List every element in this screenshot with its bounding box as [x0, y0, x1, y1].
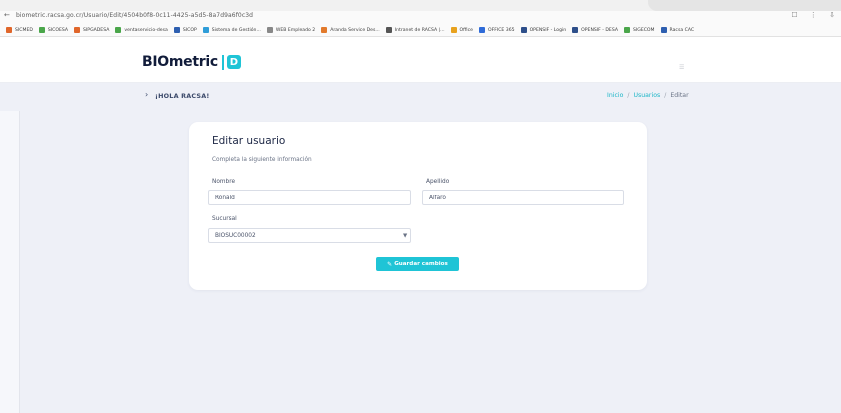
navbar-toggle-icon[interactable]: ☰: [679, 64, 684, 71]
bookmark-item[interactable]: Racsa CAC: [660, 27, 695, 33]
menu-icon[interactable]: ⋮: [810, 11, 817, 19]
bookmark-label: WEB Empleado 2: [275, 27, 316, 33]
extensions-icon[interactable]: ☐: [791, 11, 797, 19]
bookmark-item[interactable]: SICMED: [6, 27, 33, 33]
logo-mark-icon: D: [226, 55, 241, 69]
bookmark-favicon-icon: [266, 27, 273, 33]
bookmark-label: Racsa CAC: [669, 27, 695, 33]
chevron-down-icon[interactable]: ▼: [403, 233, 407, 239]
bookmark-favicon-icon: [660, 27, 667, 33]
bookmark-favicon-icon: [572, 27, 579, 33]
bookmark-favicon-icon: [115, 27, 122, 33]
bookmark-item[interactable]: OPENSIF - Login: [520, 27, 567, 33]
bookmark-label: OFFICE 365: [487, 27, 515, 33]
bookmark-label: Aranda Service Des...: [330, 27, 380, 33]
bookmark-label: Sistema de Gestión...: [211, 27, 261, 33]
left-edge-panel: [0, 111, 20, 413]
bookmark-label: SIGECOM: [632, 27, 655, 33]
bookmark-item[interactable]: Office: [450, 27, 473, 33]
bookmark-label: OPENSIF - Login: [529, 27, 567, 33]
nombre-label: Nombre: [212, 179, 236, 185]
bookmarks-bar: SICMED SICOESA SIPGADESA ventaservicio-d…: [0, 24, 841, 37]
breadcrumb-current: Editar: [670, 92, 689, 99]
logo-separator: [221, 54, 224, 70]
chevron-right-icon[interactable]: ›: [145, 90, 148, 99]
bookmark-favicon-icon: [450, 27, 457, 33]
card-title: Editar usuario: [212, 135, 286, 147]
browser-tab-strip: [0, 0, 841, 11]
bookmark-item[interactable]: OPENSIF - DESA: [572, 27, 618, 33]
bookmark-item[interactable]: OFFICE 365: [478, 27, 515, 33]
bookmark-label: OPENSIF - DESA: [581, 27, 618, 33]
breadcrumb-home-link[interactable]: Inicio: [607, 92, 623, 99]
bookmark-favicon-icon: [6, 27, 12, 33]
screen: ← biometric.racsa.go.cr/Usuario/Edit/450…: [0, 0, 841, 413]
bookmark-favicon-icon: [38, 27, 45, 33]
sucursal-select[interactable]: BIOSUC00002: [208, 228, 411, 243]
bookmark-item[interactable]: Aranda Service Des...: [321, 27, 380, 33]
bookmark-item[interactable]: SIGECOM: [623, 27, 655, 33]
bookmark-item[interactable]: ventaservicio-desa: [115, 27, 168, 33]
bookmark-item[interactable]: SIPGADESA: [74, 27, 109, 33]
bookmark-favicon-icon: [385, 27, 392, 33]
bookmark-favicon-icon: [74, 27, 81, 33]
download-icon[interactable]: ⇩: [829, 11, 835, 19]
logo-text: BIOmetric: [142, 54, 218, 70]
sucursal-label: Sucursal: [212, 216, 237, 222]
save-changes-label: Guardar cambios: [394, 261, 448, 267]
card-subtitle: Completa la siguiente información: [212, 157, 312, 163]
pencil-icon: ✎: [387, 260, 393, 268]
bookmark-label: SICMED: [15, 27, 33, 33]
bookmark-item[interactable]: WEB Empleado 2: [266, 27, 316, 33]
back-arrow-icon[interactable]: ←: [4, 11, 10, 19]
bookmark-favicon-icon: [173, 27, 180, 33]
apellido-label: Apellido: [426, 179, 450, 185]
bookmark-item[interactable]: Intranet de RACSA |...: [385, 27, 445, 33]
bookmark-label: Intranet de RACSA |...: [394, 27, 445, 33]
sucursal-selected-value: BIOSUC00002: [215, 233, 256, 239]
bookmark-favicon-icon: [202, 27, 209, 33]
app-navbar: BIOmetric D ☰: [0, 38, 841, 83]
bookmark-favicon-icon: [623, 27, 630, 33]
edit-user-card: Editar usuario Completa la siguiente inf…: [189, 122, 647, 290]
bookmark-label: ventaservicio-desa: [124, 27, 168, 33]
save-changes-button[interactable]: ✎ Guardar cambios: [376, 257, 459, 271]
bookmark-favicon-icon: [321, 27, 328, 33]
bookmark-item[interactable]: SICOP: [173, 27, 197, 33]
bookmark-item[interactable]: Sistema de Gestión...: [202, 27, 261, 33]
bookmark-item[interactable]: SICOESA: [38, 27, 69, 33]
browser-actions: ☐ ⋮ ⇩: [781, 11, 835, 19]
bookmark-favicon-icon: [478, 27, 485, 33]
bookmark-favicon-icon: [520, 27, 527, 33]
browser-address-bar[interactable]: ← biometric.racsa.go.cr/Usuario/Edit/450…: [0, 11, 841, 24]
greeting-bar: › ¡HOLA RACSA! Inicio / Usuarios / Editar: [0, 83, 841, 111]
app-logo[interactable]: BIOmetric D: [142, 54, 241, 70]
greeting-text: ¡HOLA RACSA!: [155, 92, 210, 100]
bookmark-label: SIPGADESA: [83, 27, 110, 33]
breadcrumb-usuarios-link[interactable]: Usuarios: [633, 92, 660, 99]
browser-tab[interactable]: [648, 0, 841, 11]
breadcrumb-separator: /: [664, 92, 667, 99]
bookmark-label: Office: [459, 27, 473, 33]
apellido-input[interactable]: [422, 190, 624, 205]
bookmark-label: SICOESA: [47, 27, 69, 33]
nombre-input[interactable]: [208, 190, 411, 205]
address-url[interactable]: biometric.racsa.go.cr/Usuario/Edit/4504b…: [16, 12, 253, 19]
breadcrumb: Inicio / Usuarios / Editar: [607, 92, 689, 99]
bookmark-label: SICOP: [182, 27, 197, 33]
breadcrumb-separator: /: [627, 92, 630, 99]
